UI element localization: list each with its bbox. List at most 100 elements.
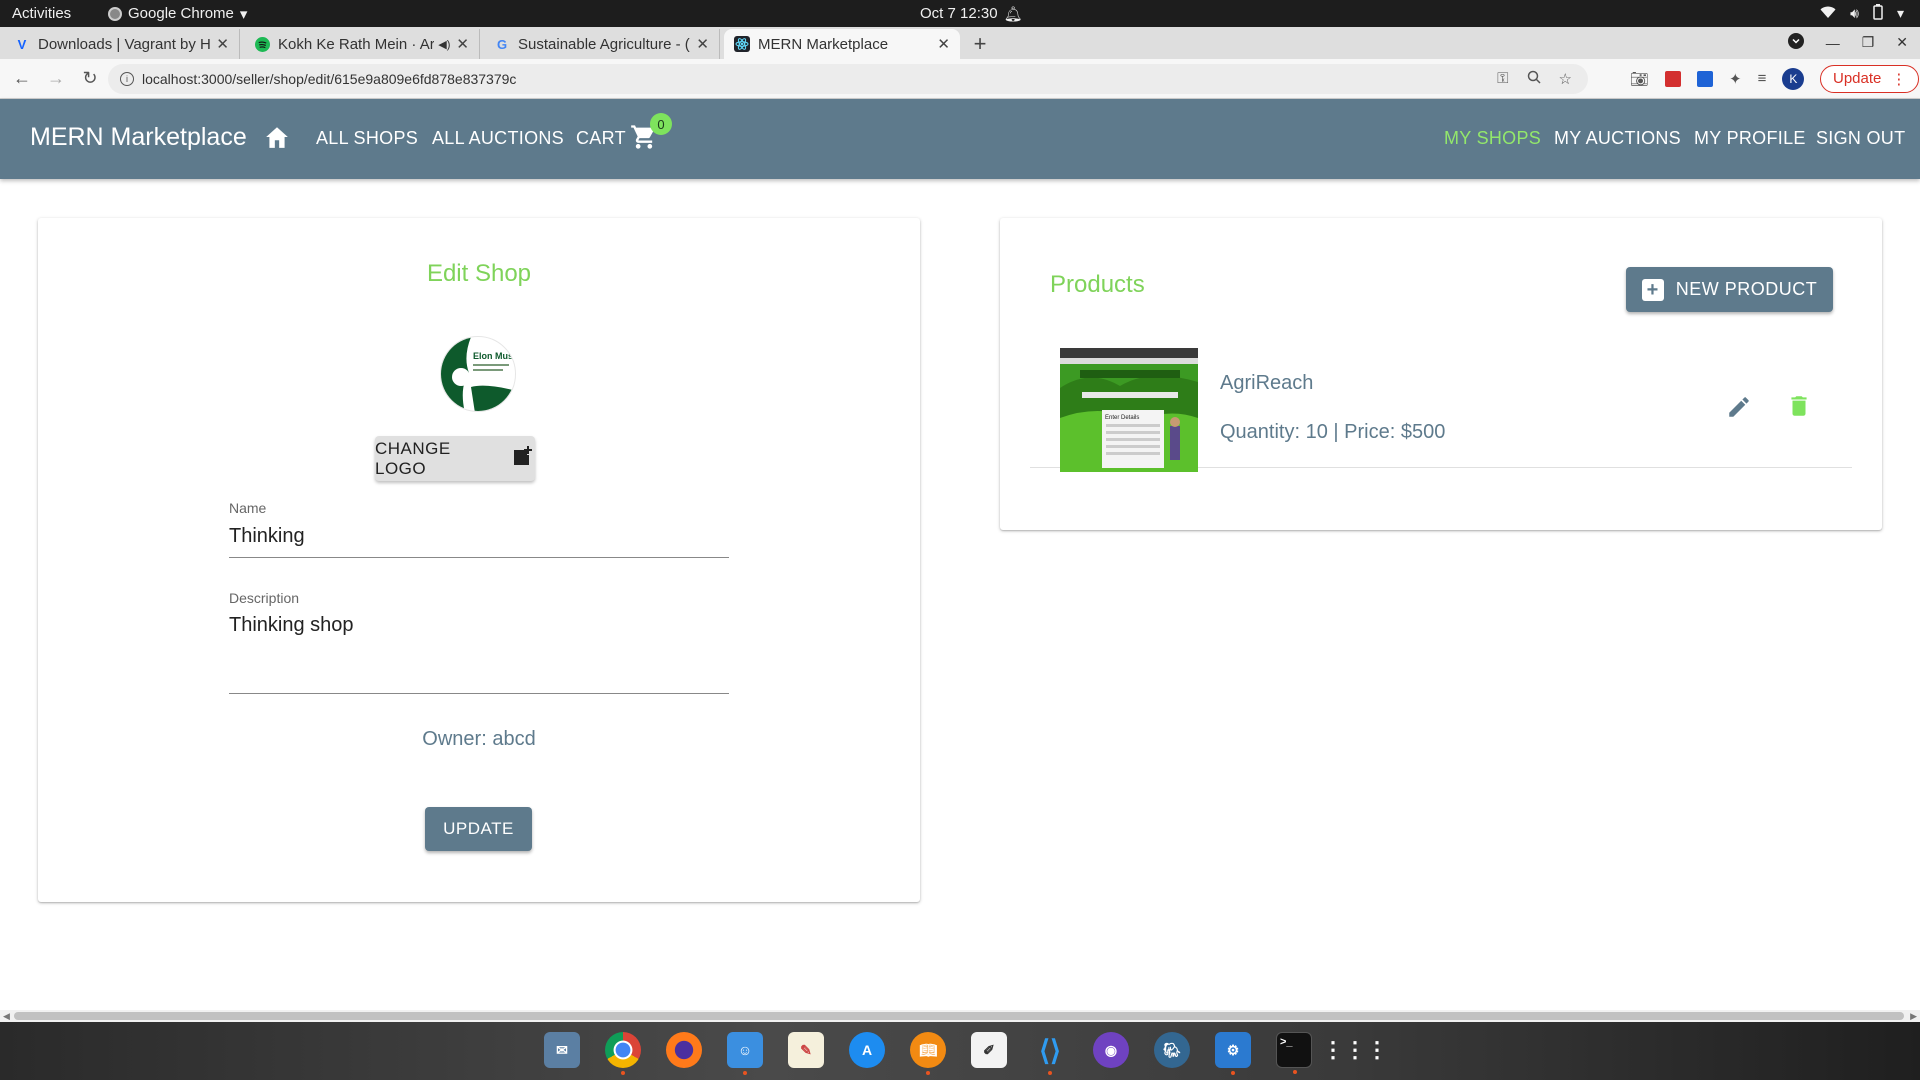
profile-avatar[interactable]: K <box>1782 67 1805 90</box>
site-info-icon[interactable]: i <box>120 71 134 86</box>
nav-my-auctions[interactable]: MY AUCTIONS <box>1554 128 1681 149</box>
name-field[interactable]: Thinking <box>229 525 305 548</box>
puzzle-icon[interactable]: ✦ <box>1729 70 1742 88</box>
react-favicon-icon <box>734 36 750 52</box>
product-name[interactable]: AgriReach <box>1220 372 1313 395</box>
vscode-icon[interactable]: ⟨⟩ <box>1032 1032 1068 1075</box>
edit-shop-title: Edit Shop <box>426 260 532 287</box>
chrome-small-icon <box>108 6 122 21</box>
tab-sustainable-agriculture[interactable]: G Sustainable Agriculture - ( ✕ <box>484 29 720 59</box>
bell-icon: 🔔︎ <box>1003 5 1023 23</box>
nav-sign-out[interactable]: SIGN OUT <box>1816 128 1905 149</box>
postgres-icon[interactable]: 🐘︎ <box>1154 1032 1190 1068</box>
volume-icon: 🔊︎ <box>1850 5 1859 21</box>
notes-icon[interactable]: ✎ <box>788 1032 824 1068</box>
product-list-item[interactable]: Enter Details AgriReach Quantity: 10 | P… <box>1030 340 1852 472</box>
app-menu[interactable]: Google Chrome ▾ <box>108 5 247 23</box>
add-photo-icon <box>511 444 535 473</box>
bookmark-star-icon[interactable]: ☆ <box>1559 70 1572 88</box>
close-window-icon[interactable]: ✕ <box>1896 34 1908 51</box>
red-extension-icon[interactable] <box>1665 70 1682 87</box>
os-top-bar: Activities Google Chrome ▾ Oct 7 12:30 🔔… <box>0 0 1920 27</box>
close-icon[interactable]: ✕ <box>456 35 469 53</box>
scroll-left-icon[interactable]: ◀ <box>3 1010 10 1022</box>
reload-icon[interactable]: ↻ <box>78 68 102 89</box>
tab-strip: V Downloads | Vagrant by H ✕ Kokh Ke Rat… <box>0 27 1920 59</box>
github-icon[interactable]: ◉ <box>1093 1032 1129 1068</box>
omnibox-actions: ⚿ ☆ <box>1497 70 1572 88</box>
app-menu-label: Google Chrome <box>128 5 234 22</box>
clock[interactable]: Oct 7 12:30 🔔︎ <box>920 5 1023 23</box>
activities-button[interactable]: Activities <box>12 5 71 22</box>
back-icon[interactable]: ← <box>10 68 34 89</box>
chrome-update-button[interactable]: Update ⋮ <box>1820 64 1920 93</box>
edit-icon[interactable] <box>1726 394 1752 425</box>
minimize-icon[interactable]: — <box>1826 35 1840 51</box>
camera-icon[interactable]: 📷︎ <box>1630 70 1649 88</box>
new-tab-button[interactable]: + <box>966 30 994 58</box>
app-store-icon[interactable]: A <box>849 1032 885 1068</box>
description-field-underline <box>229 693 729 694</box>
key-icon[interactable]: ⚿ <box>1497 70 1508 88</box>
maximize-icon[interactable]: ❐ <box>1862 34 1875 51</box>
tab-vagrant[interactable]: V Downloads | Vagrant by H ✕ <box>4 29 240 59</box>
scroll-right-icon[interactable]: ▶ <box>1910 1010 1917 1022</box>
mail-icon[interactable]: ✉ <box>544 1032 580 1068</box>
scrollbar-thumb[interactable] <box>14 1012 1904 1020</box>
thumb-caption: Enter Details <box>1105 415 1139 421</box>
tab-title: Downloads | Vagrant by H <box>38 35 211 53</box>
nav-my-shops[interactable]: MY SHOPS <box>1444 128 1541 149</box>
tab-search-icon[interactable] <box>1787 33 1804 52</box>
brand-title[interactable]: MERN Marketplace <box>30 123 247 152</box>
firefox-icon[interactable] <box>666 1032 702 1068</box>
product-thumbnail[interactable]: Enter Details <box>1060 348 1198 472</box>
owner-text: Owner: abcd <box>422 728 536 750</box>
cart-count-badge: 0 <box>650 113 672 135</box>
new-product-button[interactable]: + NEW PRODUCT <box>1626 267 1833 312</box>
zoom-icon[interactable] <box>1527 70 1541 88</box>
dock: ✉ ☺ ✎ A 📖︎ ✐ ⟨⟩ ◉ 🐘︎ ⚙ >_ ⋮⋮⋮ <box>0 1022 1920 1080</box>
running-indicator <box>1048 1071 1052 1075</box>
system-tray[interactable]: 🔊︎ ▾ <box>1820 4 1904 23</box>
files-icon[interactable]: ☺ <box>727 1032 763 1075</box>
nav-all-shops[interactable]: ALL SHOPS <box>316 128 418 149</box>
close-icon[interactable]: ✕ <box>216 35 229 53</box>
blue-extension-icon[interactable] <box>1697 70 1714 87</box>
description-field[interactable]: Thinking shop <box>229 614 354 637</box>
forward-icon[interactable]: → <box>44 68 68 89</box>
horizontal-scrollbar[interactable]: ◀ ▶ <box>0 1010 1920 1022</box>
clock-label: Oct 7 12:30 <box>920 5 998 22</box>
name-field-label: Name <box>229 500 267 516</box>
caret-down-icon: ▾ <box>1896 5 1904 21</box>
name-field-underline <box>229 557 729 558</box>
home-icon[interactable] <box>264 125 290 154</box>
tab-spotify[interactable]: Kokh Ke Rath Mein · Ar ◀) ✕ <box>244 29 480 59</box>
tab-title: Sustainable Agriculture - ( <box>518 35 690 53</box>
settings-icon[interactable]: ⚙ <box>1215 1032 1251 1075</box>
delete-icon[interactable] <box>1786 392 1812 425</box>
close-icon[interactable]: ✕ <box>696 35 709 53</box>
update-button[interactable]: UPDATE <box>425 807 532 851</box>
books-icon[interactable]: 📖︎ <box>910 1032 946 1075</box>
running-indicator <box>743 1071 747 1075</box>
close-icon[interactable]: ✕ <box>937 35 950 53</box>
reading-list-icon[interactable]: ≡ <box>1758 70 1767 87</box>
product-meta: Quantity: 10 | Price: $500 <box>1220 421 1446 443</box>
nav-my-profile[interactable]: MY PROFILE <box>1694 128 1806 149</box>
nav-cart[interactable]: CART <box>576 128 626 149</box>
app-bar: MERN Marketplace ALL SHOPS ALL AUCTIONS … <box>0 99 1920 179</box>
text-editor-icon[interactable]: ✐ <box>971 1032 1007 1068</box>
add-box-icon: + <box>1641 278 1664 301</box>
update-label: Update <box>1833 70 1882 87</box>
nav-all-auctions[interactable]: ALL AUCTIONS <box>432 128 564 149</box>
terminal-icon[interactable]: >_ <box>1276 1032 1312 1074</box>
tab-title: MERN Marketplace <box>758 35 889 53</box>
tab-mern-marketplace[interactable]: MERN Marketplace ✕ <box>724 29 960 59</box>
chrome-icon[interactable] <box>605 1032 641 1075</box>
apps-grid-icon[interactable]: ⋮⋮⋮ <box>1322 1032 1388 1068</box>
speaker-icon[interactable]: ◀) <box>438 38 450 51</box>
running-indicator <box>926 1071 930 1075</box>
logo-caption: Elon Musk <box>473 351 516 361</box>
url-input[interactable]: i localhost:3000/seller/shop/edit/615e9a… <box>108 63 1588 94</box>
change-logo-button[interactable]: CHANGE LOGO <box>375 436 535 481</box>
